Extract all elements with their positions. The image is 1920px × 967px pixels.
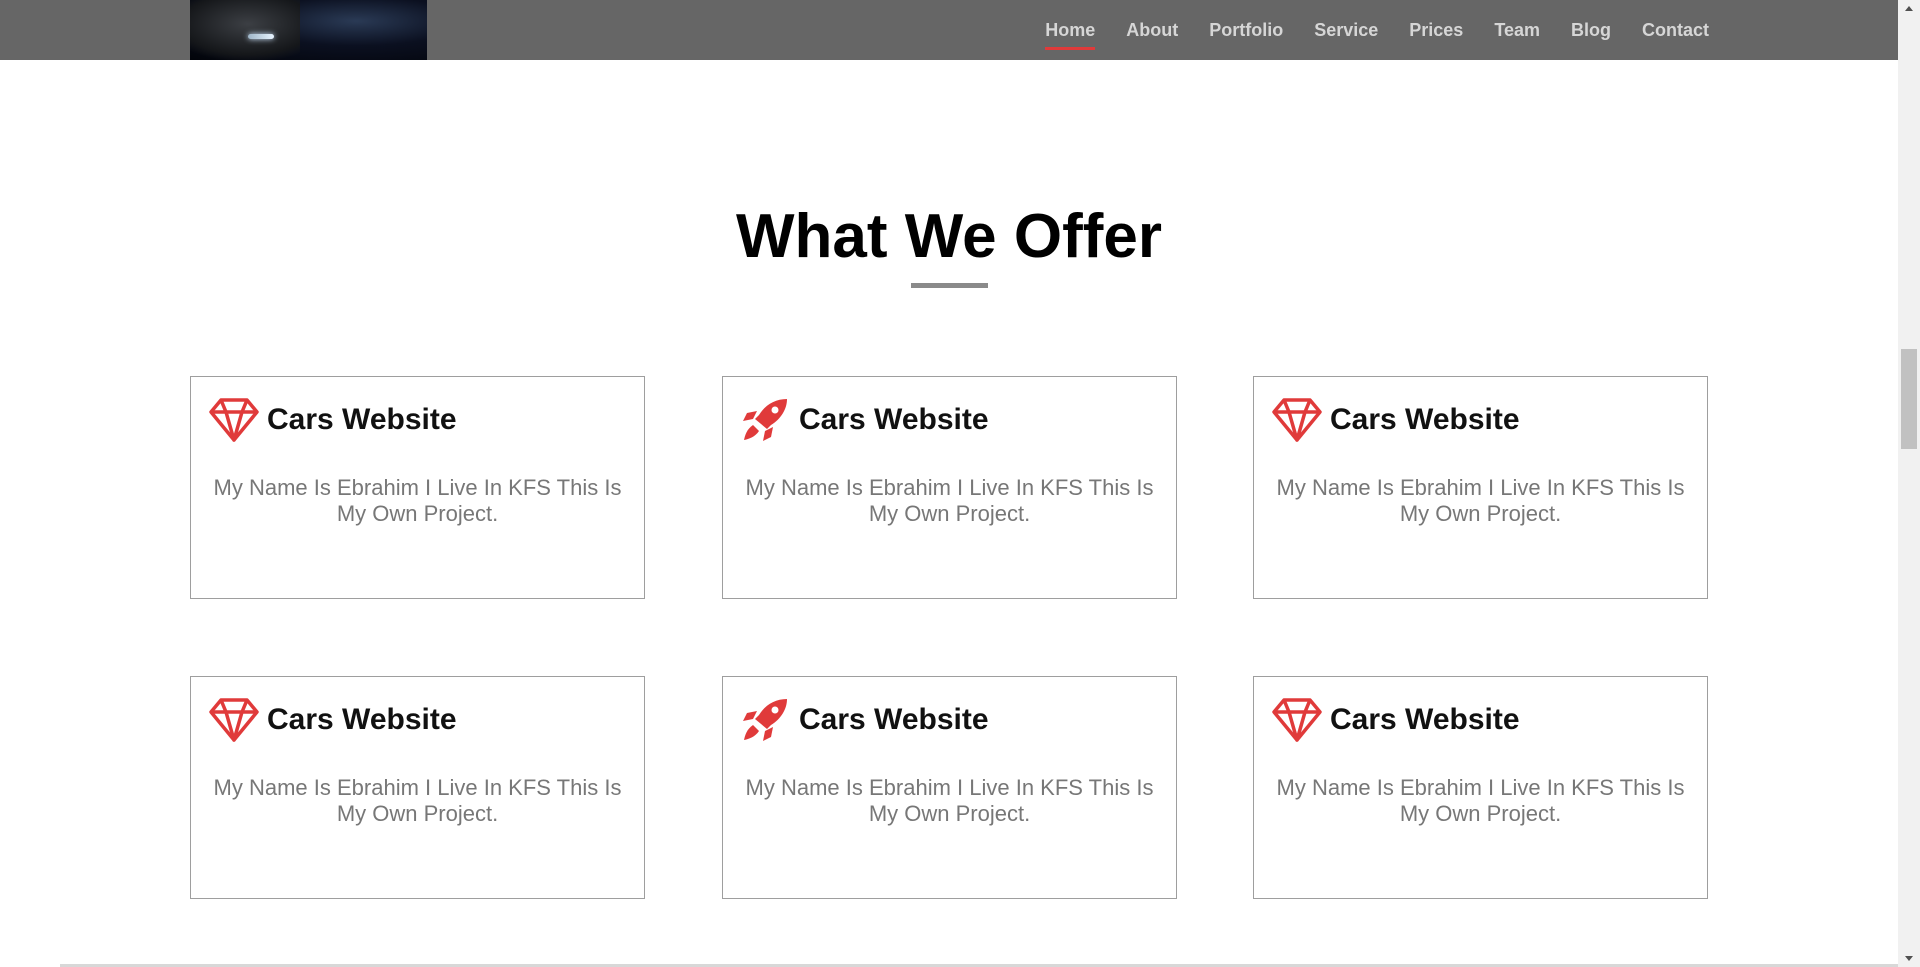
nav-service[interactable]: Service	[1314, 20, 1378, 41]
card-header: Cars Website	[209, 395, 457, 445]
nav-portfolio[interactable]: Portfolio	[1209, 20, 1283, 41]
diamond-icon	[209, 698, 259, 742]
card-header: Cars Website	[1272, 395, 1520, 445]
card-description: My Name Is Ebrahim I Live In KFS This Is…	[745, 475, 1154, 526]
card-title: Cars Website	[1330, 403, 1520, 436]
nav-contact[interactable]: Contact	[1642, 20, 1709, 41]
service-card: Cars Website My Name Is Ebrahim I Live I…	[1253, 676, 1708, 899]
scroll-up-arrow-icon[interactable]	[1898, 0, 1920, 18]
card-header: Cars Website	[209, 695, 457, 745]
diamond-icon	[1272, 698, 1322, 742]
scrollbar-thumb[interactable]	[1901, 349, 1917, 449]
service-card: Cars Website My Name Is Ebrahim I Live I…	[722, 676, 1177, 899]
nav-team[interactable]: Team	[1494, 20, 1540, 41]
title-underline	[911, 283, 988, 288]
diamond-icon	[209, 398, 259, 442]
service-card: Cars Website My Name Is Ebrahim I Live I…	[190, 376, 645, 599]
card-header: Cars Website	[1272, 695, 1520, 745]
card-title: Cars Website	[267, 403, 457, 436]
car-silhouette	[190, 0, 300, 60]
site-header: Home About Portfolio Service Prices Team…	[0, 0, 1898, 60]
card-description: My Name Is Ebrahim I Live In KFS This Is…	[213, 775, 622, 826]
card-title: Cars Website	[799, 703, 989, 736]
card-header: Cars Website	[741, 395, 989, 445]
service-card: Cars Website My Name Is Ebrahim I Live I…	[722, 376, 1177, 599]
card-description: My Name Is Ebrahim I Live In KFS This Is…	[213, 475, 622, 526]
card-title: Cars Website	[799, 403, 989, 436]
scroll-down-arrow-icon[interactable]	[1898, 949, 1920, 967]
card-title: Cars Website	[267, 703, 457, 736]
vertical-scrollbar[interactable]	[1898, 0, 1920, 967]
service-card: Cars Website My Name Is Ebrahim I Live I…	[1253, 376, 1708, 599]
rocket-icon	[743, 399, 787, 441]
nav-about[interactable]: About	[1126, 20, 1178, 41]
card-description: My Name Is Ebrahim I Live In KFS This Is…	[1276, 475, 1685, 526]
card-description: My Name Is Ebrahim I Live In KFS This Is…	[745, 775, 1154, 826]
card-header: Cars Website	[741, 695, 989, 745]
nav-prices[interactable]: Prices	[1409, 20, 1463, 41]
nav-blog[interactable]: Blog	[1571, 20, 1611, 41]
section-title: What We Offer	[736, 202, 1162, 271]
service-card: Cars Website My Name Is Ebrahim I Live I…	[190, 676, 645, 899]
logo-image[interactable]	[190, 0, 427, 60]
rocket-icon	[743, 699, 787, 741]
headlight	[248, 34, 274, 39]
page: Home About Portfolio Service Prices Team…	[0, 0, 1898, 967]
card-description: My Name Is Ebrahim I Live In KFS This Is…	[1276, 775, 1685, 826]
diamond-icon	[1272, 398, 1322, 442]
nav-home[interactable]: Home	[1045, 20, 1096, 50]
main-nav: Home About Portfolio Service Prices Team…	[1014, 0, 1709, 60]
card-title: Cars Website	[1330, 703, 1520, 736]
